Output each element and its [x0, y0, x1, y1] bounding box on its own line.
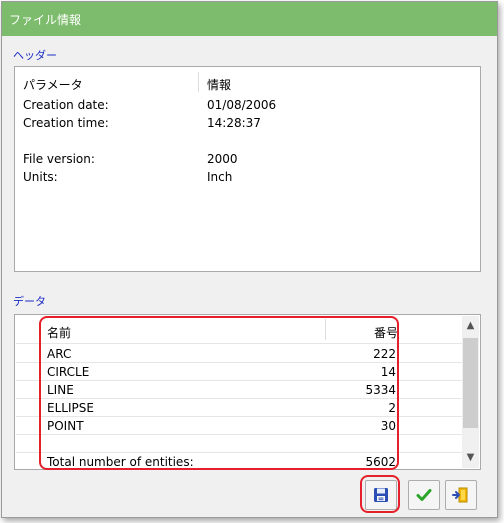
data-col-name[interactable]: 名前: [47, 324, 71, 341]
row-divider: [16, 380, 479, 381]
window-title: ファイル情報: [9, 13, 82, 27]
row-divider: [16, 416, 479, 417]
param-creation-date: Creation date:: [23, 98, 109, 112]
scroll-up-icon[interactable]: ▲: [462, 316, 479, 336]
param-file-version: File version:: [23, 152, 95, 166]
data-row-name: LINE: [47, 383, 74, 397]
param-creation-time: Creation time:: [23, 116, 109, 130]
header-panel: パラメータ 情報 Creation date: 01/08/2006 Creat…: [14, 66, 481, 272]
data-column-divider: [325, 319, 326, 340]
header-col-info: 情報: [207, 78, 232, 92]
data-table[interactable]: 名前 番号 ARC 222 CIRCLE 14 LINE 5334 ELLIPS…: [14, 314, 481, 470]
data-row-value: 14: [380, 365, 396, 379]
save-button[interactable]: [365, 480, 397, 510]
data-col-number[interactable]: 番号: [374, 324, 398, 341]
scroll-down-icon[interactable]: ▼: [462, 448, 479, 468]
data-row-value: 222: [373, 347, 396, 361]
save-icon: [374, 488, 388, 502]
checkmark-icon: [416, 489, 432, 501]
data-row-value: 5334: [365, 383, 396, 397]
header-col-param: パラメータ: [23, 78, 83, 92]
row-divider: [16, 362, 479, 363]
info-creation-date: 01/08/2006: [207, 98, 277, 112]
data-row-name: CIRCLE: [47, 365, 90, 379]
exit-icon: [452, 487, 468, 503]
param-units: Units:: [23, 170, 58, 184]
title-bar: ファイル情報: [2, 2, 497, 36]
row-divider: [16, 434, 479, 435]
file-info-dialog: ファイル情報 ヘッダー パラメータ 情報 Creation date: 01/0…: [1, 1, 498, 518]
data-row-name: ELLIPSE: [47, 401, 94, 415]
data-row-value: 30: [380, 419, 396, 433]
header-column-divider: [198, 72, 199, 92]
header-section-label: ヘッダー: [13, 49, 57, 62]
data-row-name: ARC: [47, 347, 72, 361]
data-section-label: データ: [13, 295, 46, 308]
row-divider: [16, 343, 479, 344]
data-row-name: POINT: [47, 419, 84, 433]
ok-button[interactable]: [408, 480, 440, 510]
info-file-version: 2000: [207, 152, 238, 166]
data-scrollbar[interactable]: ▲ ▼: [462, 316, 479, 468]
scroll-thumb[interactable]: [463, 338, 478, 428]
info-units: Inch: [207, 170, 233, 184]
data-row-value: 2: [388, 401, 396, 415]
row-divider: [16, 398, 479, 399]
info-creation-time: 14:28:37: [207, 116, 261, 130]
exit-button[interactable]: [445, 480, 477, 510]
data-total-value: 5602: [365, 455, 396, 469]
row-divider: [16, 452, 479, 453]
data-total-label: Total number of entities:: [47, 455, 194, 469]
